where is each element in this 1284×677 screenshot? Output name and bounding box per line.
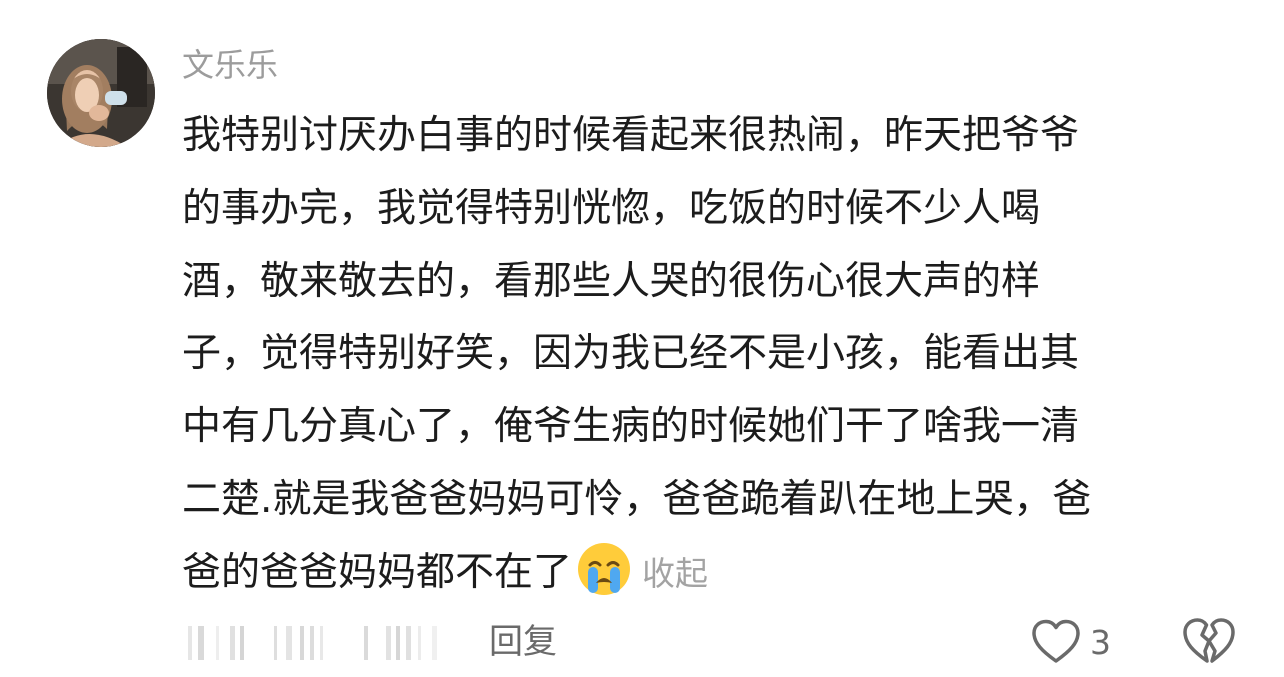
comment-text: 我特别讨厌办白事的时候看起来很热闹，昨天把爷爷 的事办完，我觉得特别恍惚，吃饭的… [182,100,1242,610]
like-count: 3 [1090,622,1111,662]
dislike-button[interactable] [1181,615,1237,669]
collapse-link[interactable]: 收起 [642,554,708,593]
comment-text-line: 子，觉得特别好笑，因为我已经不是小孩，能看出其 [182,331,1080,377]
comment-text-line: 爸的爸爸妈妈都不在了 [182,549,573,595]
username[interactable]: 文乐乐 [182,40,278,90]
comment-text-line: 酒，敬来敬去的，看那些人哭的很伤心很大声的样 [182,258,1041,304]
comment-card: 文乐乐 我特别讨厌办白事的时候看起来很热闹，昨天把爷爷 的事办完，我觉得特别恍惚… [0,0,1284,677]
reply-button[interactable]: 回复 [489,617,557,667]
loudly-crying-face-emoji-icon [576,541,632,597]
comment-text-line: 我特别讨厌办白事的时候看起来很热闹，昨天把爷爷 [182,113,1080,158]
avatar-photo [47,39,155,147]
blurred-timestamp [182,622,444,664]
avatar[interactable] [47,39,155,147]
like-button[interactable]: 3 [1030,615,1111,669]
broken-heart-outline-icon [1183,618,1235,663]
comment-last-line: 爸的爸爸妈妈都不在了 收起 [182,537,1242,610]
comment-text-line: 中有几分真心了，俺爷生病的时候她们干了啥我一清 [182,404,1080,450]
comment-text-line: 二楚.就是我爸爸妈妈可怜，爸爸跪着趴在地上哭，爸 [182,476,1092,522]
heart-outline-icon [1032,619,1080,663]
comment-text-line: 的事办完，我觉得特别恍惚，吃饭的时候不少人喝 [182,185,1041,231]
